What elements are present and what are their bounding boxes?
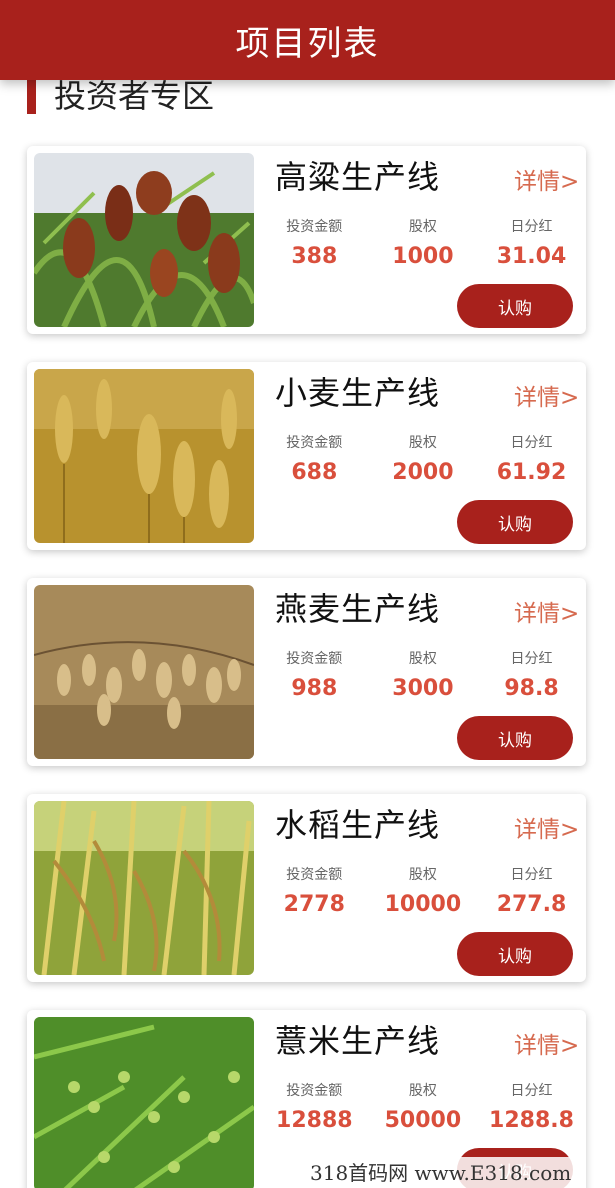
equity-value: 10000 [384, 892, 462, 917]
invest-label: 投资金额 [286, 219, 343, 235]
wheat-image [34, 369, 254, 543]
product-stats: 投资金额 12888 股权 50000 日分红 1288.8 [260, 1080, 586, 1133]
section-title: 投资者专区 [54, 77, 215, 115]
equity-value: 1000 [392, 244, 454, 269]
invest-value: 388 [291, 244, 338, 269]
dividend-label: 日分红 [510, 1083, 553, 1099]
detail-link[interactable]: 详情> [514, 810, 579, 844]
product-name: 小麦生产线 [275, 374, 441, 412]
product-card: 水稻生产线 详情> 投资金额 2778 股权 10000 日分红 277.8 认购 [27, 794, 586, 982]
dividend-value: 277.8 [496, 892, 567, 917]
product-name: 燕麦生产线 [275, 590, 441, 628]
equity-label: 股权 [408, 219, 437, 235]
product-card: 燕麦生产线 详情> 投资金额 988 股权 3000 日分红 98.8 认购 [27, 578, 586, 766]
product-name: 高粱生产线 [275, 158, 441, 196]
product-name: 薏米生产线 [275, 1022, 441, 1060]
product-stats: 投资金额 688 股权 2000 日分红 61.92 [260, 432, 586, 485]
equity-label: 股权 [408, 867, 437, 883]
invest-value: 12888 [276, 1108, 353, 1133]
dividend-value: 1288.8 [489, 1108, 574, 1133]
invest-label: 投资金额 [286, 651, 343, 667]
buy-button[interactable]: 认购 [457, 500, 573, 544]
equity-label: 股权 [408, 435, 437, 451]
detail-link[interactable]: 详情> [514, 162, 579, 196]
product-stats: 投资金额 388 股权 1000 日分红 31.04 [260, 216, 586, 269]
dividend-label: 日分红 [510, 219, 553, 235]
app-header: 项目列表 [0, 0, 615, 80]
dividend-value: 61.92 [496, 460, 567, 485]
dividend-label: 日分红 [510, 867, 553, 883]
equity-label: 股权 [408, 1083, 437, 1099]
invest-value: 688 [291, 460, 338, 485]
invest-label: 投资金额 [286, 1083, 343, 1099]
coix-seed-image [34, 1017, 254, 1188]
watermark-text: 318首码网 www.E318.com [300, 1157, 580, 1188]
equity-value: 3000 [392, 676, 454, 701]
detail-link[interactable]: 详情> [514, 1026, 579, 1060]
detail-link[interactable]: 详情> [514, 594, 579, 628]
invest-value: 2778 [283, 892, 345, 917]
product-stats: 投资金额 988 股权 3000 日分红 98.8 [260, 648, 586, 701]
rice-image [34, 801, 254, 975]
section-accent-bar [27, 78, 36, 114]
detail-link[interactable]: 详情> [514, 378, 579, 412]
invest-label: 投资金额 [286, 867, 343, 883]
invest-label: 投资金额 [286, 435, 343, 451]
dividend-value: 98.8 [504, 676, 559, 701]
product-stats: 投资金额 2778 股权 10000 日分红 277.8 [260, 864, 586, 917]
page-title: 项目列表 [235, 23, 380, 64]
equity-label: 股权 [408, 651, 437, 667]
oats-image [34, 585, 254, 759]
dividend-label: 日分红 [510, 651, 553, 667]
sorghum-image [34, 153, 254, 327]
equity-value: 50000 [384, 1108, 462, 1133]
product-name: 水稻生产线 [275, 806, 441, 844]
invest-value: 988 [291, 676, 338, 701]
buy-button[interactable]: 认购 [457, 716, 573, 760]
dividend-value: 31.04 [496, 244, 567, 269]
product-card: 小麦生产线 详情> 投资金额 688 股权 2000 日分红 61.92 认购 [27, 362, 586, 550]
buy-button[interactable]: 认购 [457, 932, 573, 976]
buy-button[interactable]: 认购 [457, 284, 573, 328]
product-card: 高粱生产线 详情> 投资金额 388 股权 1000 日分红 31.04 认购 [27, 146, 586, 334]
equity-value: 2000 [392, 460, 454, 485]
dividend-label: 日分红 [510, 435, 553, 451]
